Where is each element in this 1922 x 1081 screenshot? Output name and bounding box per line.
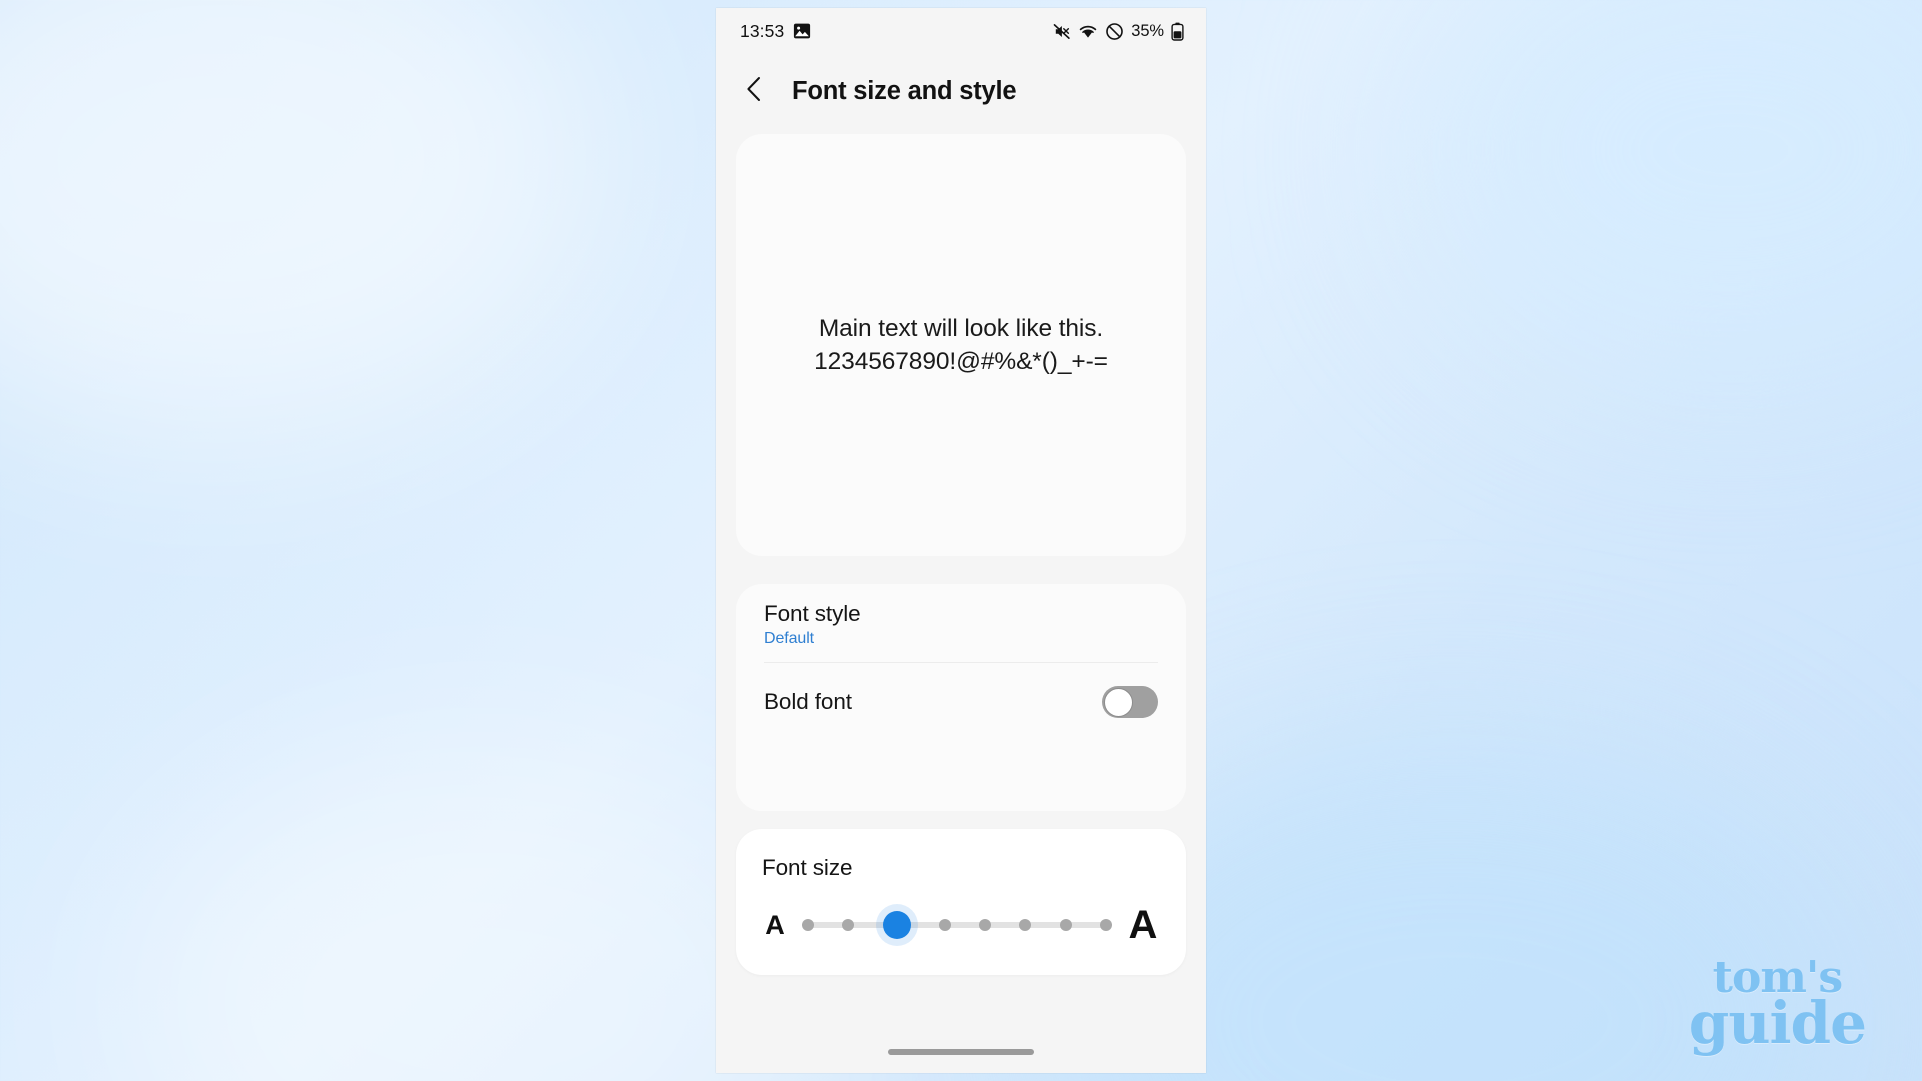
bold-font-row[interactable]: Bold font bbox=[736, 663, 1186, 741]
large-a-icon: A bbox=[1128, 903, 1158, 947]
status-bar: 13:53 35% bbox=[716, 8, 1206, 54]
font-size-slider-row: A A bbox=[762, 905, 1160, 945]
font-preview-card: Main text will look like this. 123456789… bbox=[736, 134, 1186, 556]
font-style-label: Font style bbox=[764, 600, 861, 626]
watermark-line-2: guide bbox=[1688, 988, 1867, 1057]
preview-text-line-1: Main text will look like this. bbox=[818, 314, 1104, 342]
font-size-tick-1[interactable] bbox=[802, 919, 814, 931]
font-settings-card: Font style Default Bold font bbox=[736, 584, 1186, 811]
font-style-text-group: Font style Default bbox=[764, 601, 861, 648]
font-size-tick-5[interactable] bbox=[979, 919, 992, 931]
font-size-tick-4[interactable] bbox=[938, 919, 951, 931]
bold-font-label: Bold font bbox=[764, 689, 852, 714]
font-size-slider-ticks bbox=[802, 908, 1112, 942]
home-indicator-area bbox=[716, 1031, 1206, 1073]
app-bar: Font size and style bbox=[716, 54, 1206, 128]
home-indicator[interactable] bbox=[888, 1049, 1034, 1055]
font-size-tick-6[interactable] bbox=[1019, 919, 1032, 931]
battery-percent-label: 35% bbox=[1131, 21, 1164, 40]
font-style-row[interactable]: Font style Default bbox=[736, 584, 1186, 662]
bold-font-toggle-knob bbox=[1103, 687, 1133, 717]
back-chevron-icon bbox=[743, 75, 767, 108]
font-size-slider[interactable] bbox=[802, 908, 1112, 942]
font-size-tick-7[interactable] bbox=[1059, 919, 1072, 931]
page-title: Font size and style bbox=[792, 76, 1017, 105]
font-size-tick-3[interactable] bbox=[882, 911, 911, 939]
status-bar-left: 13:53 bbox=[740, 21, 811, 42]
font-size-card: Font size A A bbox=[736, 829, 1186, 975]
wallpaper-blob-top-right bbox=[1422, 0, 1922, 380]
font-size-tick-2[interactable] bbox=[842, 919, 855, 931]
battery-icon bbox=[1171, 22, 1184, 41]
image-icon bbox=[793, 22, 811, 40]
do-not-disturb-icon bbox=[1105, 22, 1124, 41]
status-bar-right: 35% bbox=[1052, 22, 1184, 41]
phone-screen: 13:53 35% Font size and style Main text … bbox=[716, 8, 1206, 1073]
wallpaper-blob-top-left bbox=[0, 0, 600, 440]
font-size-label: Font size bbox=[762, 855, 853, 880]
watermark: tom's guide bbox=[1688, 956, 1867, 1057]
small-a-icon: A bbox=[765, 909, 785, 940]
font-style-value: Default bbox=[764, 629, 814, 647]
mute-icon bbox=[1052, 22, 1071, 41]
bold-font-toggle[interactable] bbox=[1102, 686, 1158, 718]
wifi-icon bbox=[1078, 22, 1098, 41]
settings-card-filler bbox=[736, 741, 1186, 811]
status-clock: 13:53 bbox=[740, 20, 785, 41]
back-button[interactable] bbox=[734, 70, 776, 112]
preview-text-line-2: 1234567890!@#%&*()_+-= bbox=[814, 348, 1108, 375]
font-size-tick-8[interactable] bbox=[1099, 919, 1112, 931]
